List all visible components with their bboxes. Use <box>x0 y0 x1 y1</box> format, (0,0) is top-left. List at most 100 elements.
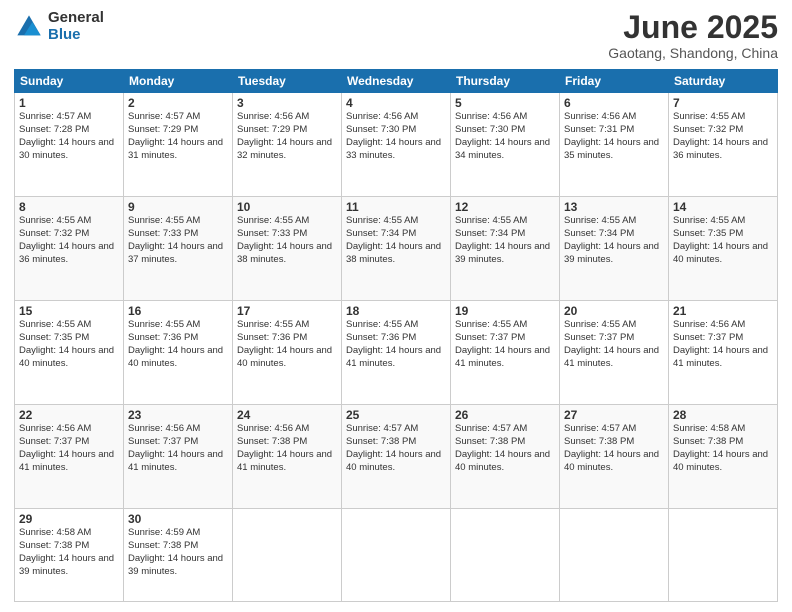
empty-cell <box>233 509 342 602</box>
col-sunday: Sunday <box>15 70 124 93</box>
col-tuesday: Tuesday <box>233 70 342 93</box>
day-cell-29: 29 Sunrise: 4:58 AMSunset: 7:38 PMDaylig… <box>15 509 124 602</box>
day-num: 18 <box>346 304 446 318</box>
day-num: 19 <box>455 304 555 318</box>
day-num: 24 <box>237 408 337 422</box>
day-num: 17 <box>237 304 337 318</box>
day-cell-13: 13 Sunrise: 4:55 AMSunset: 7:34 PMDaylig… <box>560 197 669 301</box>
day-cell-19: 19 Sunrise: 4:55 AMSunset: 7:37 PMDaylig… <box>451 301 560 405</box>
day-detail: Sunrise: 4:57 AMSunset: 7:38 PMDaylight:… <box>564 423 664 474</box>
day-cell-18: 18 Sunrise: 4:55 AMSunset: 7:36 PMDaylig… <box>342 301 451 405</box>
col-wednesday: Wednesday <box>342 70 451 93</box>
day-num: 8 <box>19 200 119 214</box>
day-cell-27: 27 Sunrise: 4:57 AMSunset: 7:38 PMDaylig… <box>560 405 669 509</box>
day-cell-3: 3 Sunrise: 4:56 AMSunset: 7:29 PMDayligh… <box>233 93 342 197</box>
day-cell-14: 14 Sunrise: 4:55 AMSunset: 7:35 PMDaylig… <box>669 197 778 301</box>
day-num: 4 <box>346 96 446 110</box>
day-detail: Sunrise: 4:56 AMSunset: 7:38 PMDaylight:… <box>237 423 337 474</box>
day-num: 1 <box>19 96 119 110</box>
day-cell-22: 22 Sunrise: 4:56 AMSunset: 7:37 PMDaylig… <box>15 405 124 509</box>
day-detail: Sunrise: 4:55 AMSunset: 7:33 PMDaylight:… <box>237 215 337 266</box>
day-cell-30: 30 Sunrise: 4:59 AMSunset: 7:38 PMDaylig… <box>124 509 233 602</box>
day-detail: Sunrise: 4:56 AMSunset: 7:30 PMDaylight:… <box>455 111 555 162</box>
logo-icon <box>14 12 44 42</box>
day-num: 3 <box>237 96 337 110</box>
day-cell-28: 28 Sunrise: 4:58 AMSunset: 7:38 PMDaylig… <box>669 405 778 509</box>
calendar-header-row: Sunday Monday Tuesday Wednesday Thursday… <box>15 70 778 93</box>
day-num: 15 <box>19 304 119 318</box>
day-cell-6: 6 Sunrise: 4:56 AMSunset: 7:31 PMDayligh… <box>560 93 669 197</box>
day-num: 20 <box>564 304 664 318</box>
day-detail: Sunrise: 4:55 AMSunset: 7:35 PMDaylight:… <box>673 215 773 266</box>
day-detail: Sunrise: 4:55 AMSunset: 7:36 PMDaylight:… <box>237 319 337 370</box>
day-cell-12: 12 Sunrise: 4:55 AMSunset: 7:34 PMDaylig… <box>451 197 560 301</box>
day-detail: Sunrise: 4:55 AMSunset: 7:36 PMDaylight:… <box>346 319 446 370</box>
day-cell-24: 24 Sunrise: 4:56 AMSunset: 7:38 PMDaylig… <box>233 405 342 509</box>
day-num: 30 <box>128 512 228 526</box>
day-num: 14 <box>673 200 773 214</box>
day-cell-10: 10 Sunrise: 4:55 AMSunset: 7:33 PMDaylig… <box>233 197 342 301</box>
col-friday: Friday <box>560 70 669 93</box>
title-block: June 2025 Gaotang, Shandong, China <box>608 10 778 61</box>
day-num: 28 <box>673 408 773 422</box>
day-detail: Sunrise: 4:55 AMSunset: 7:34 PMDaylight:… <box>346 215 446 266</box>
day-cell-20: 20 Sunrise: 4:55 AMSunset: 7:37 PMDaylig… <box>560 301 669 405</box>
page: General Blue June 2025 Gaotang, Shandong… <box>0 0 792 612</box>
day-num: 25 <box>346 408 446 422</box>
day-num: 16 <box>128 304 228 318</box>
col-thursday: Thursday <box>451 70 560 93</box>
day-detail: Sunrise: 4:56 AMSunset: 7:31 PMDaylight:… <box>564 111 664 162</box>
day-cell-11: 11 Sunrise: 4:55 AMSunset: 7:34 PMDaylig… <box>342 197 451 301</box>
day-num: 11 <box>346 200 446 214</box>
week-row-4: 22 Sunrise: 4:56 AMSunset: 7:37 PMDaylig… <box>15 405 778 509</box>
day-detail: Sunrise: 4:57 AMSunset: 7:29 PMDaylight:… <box>128 111 228 162</box>
empty-cell <box>342 509 451 602</box>
day-cell-26: 26 Sunrise: 4:57 AMSunset: 7:38 PMDaylig… <box>451 405 560 509</box>
day-detail: Sunrise: 4:56 AMSunset: 7:30 PMDaylight:… <box>346 111 446 162</box>
day-detail: Sunrise: 4:55 AMSunset: 7:35 PMDaylight:… <box>19 319 119 370</box>
day-num: 7 <box>673 96 773 110</box>
empty-cell <box>669 509 778 602</box>
day-cell-25: 25 Sunrise: 4:57 AMSunset: 7:38 PMDaylig… <box>342 405 451 509</box>
day-detail: Sunrise: 4:55 AMSunset: 7:33 PMDaylight:… <box>128 215 228 266</box>
day-cell-5: 5 Sunrise: 4:56 AMSunset: 7:30 PMDayligh… <box>451 93 560 197</box>
day-detail: Sunrise: 4:58 AMSunset: 7:38 PMDaylight:… <box>19 527 119 578</box>
header: General Blue June 2025 Gaotang, Shandong… <box>14 10 778 61</box>
col-saturday: Saturday <box>669 70 778 93</box>
day-cell-23: 23 Sunrise: 4:56 AMSunset: 7:37 PMDaylig… <box>124 405 233 509</box>
day-cell-7: 7 Sunrise: 4:55 AMSunset: 7:32 PMDayligh… <box>669 93 778 197</box>
day-num: 10 <box>237 200 337 214</box>
day-num: 27 <box>564 408 664 422</box>
day-cell-17: 17 Sunrise: 4:55 AMSunset: 7:36 PMDaylig… <box>233 301 342 405</box>
day-num: 5 <box>455 96 555 110</box>
day-num: 21 <box>673 304 773 318</box>
day-detail: Sunrise: 4:56 AMSunset: 7:37 PMDaylight:… <box>673 319 773 370</box>
day-num: 2 <box>128 96 228 110</box>
day-num: 23 <box>128 408 228 422</box>
week-row-5: 29 Sunrise: 4:58 AMSunset: 7:38 PMDaylig… <box>15 509 778 602</box>
day-detail: Sunrise: 4:55 AMSunset: 7:32 PMDaylight:… <box>19 215 119 266</box>
day-cell-16: 16 Sunrise: 4:55 AMSunset: 7:36 PMDaylig… <box>124 301 233 405</box>
day-detail: Sunrise: 4:55 AMSunset: 7:34 PMDaylight:… <box>455 215 555 266</box>
day-detail: Sunrise: 4:55 AMSunset: 7:37 PMDaylight:… <box>564 319 664 370</box>
day-cell-9: 9 Sunrise: 4:55 AMSunset: 7:33 PMDayligh… <box>124 197 233 301</box>
week-row-1: 1 Sunrise: 4:57 AMSunset: 7:28 PMDayligh… <box>15 93 778 197</box>
day-detail: Sunrise: 4:56 AMSunset: 7:37 PMDaylight:… <box>128 423 228 474</box>
day-detail: Sunrise: 4:56 AMSunset: 7:29 PMDaylight:… <box>237 111 337 162</box>
day-num: 29 <box>19 512 119 526</box>
day-num: 12 <box>455 200 555 214</box>
empty-cell <box>560 509 669 602</box>
day-num: 22 <box>19 408 119 422</box>
day-cell-1: 1 Sunrise: 4:57 AMSunset: 7:28 PMDayligh… <box>15 93 124 197</box>
day-cell-21: 21 Sunrise: 4:56 AMSunset: 7:37 PMDaylig… <box>669 301 778 405</box>
logo-blue: Blue <box>48 27 104 44</box>
day-detail: Sunrise: 4:55 AMSunset: 7:34 PMDaylight:… <box>564 215 664 266</box>
day-detail: Sunrise: 4:55 AMSunset: 7:37 PMDaylight:… <box>455 319 555 370</box>
day-cell-2: 2 Sunrise: 4:57 AMSunset: 7:29 PMDayligh… <box>124 93 233 197</box>
day-detail: Sunrise: 4:59 AMSunset: 7:38 PMDaylight:… <box>128 527 228 578</box>
day-detail: Sunrise: 4:57 AMSunset: 7:38 PMDaylight:… <box>346 423 446 474</box>
day-num: 13 <box>564 200 664 214</box>
month-title: June 2025 <box>608 10 778 45</box>
day-num: 26 <box>455 408 555 422</box>
logo-text: General Blue <box>48 10 104 43</box>
